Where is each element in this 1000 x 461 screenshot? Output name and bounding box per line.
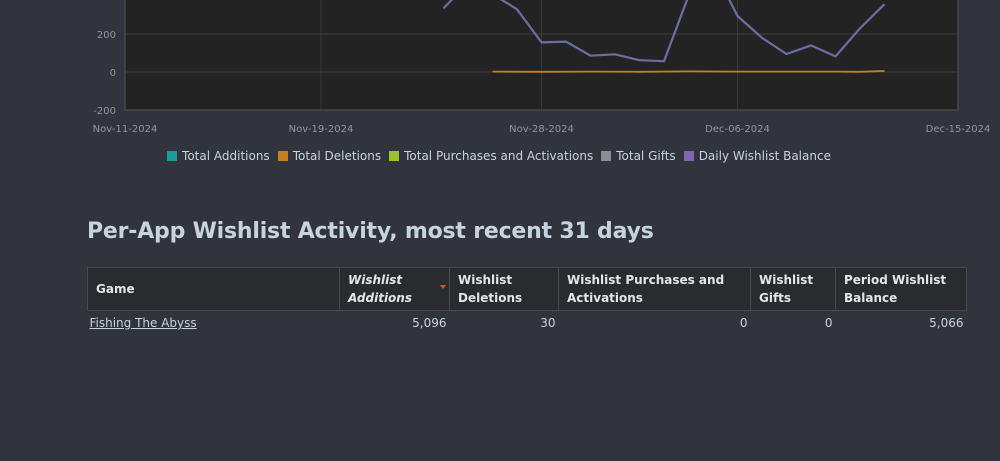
legend-swatch <box>683 151 694 161</box>
section-title: Per-App Wishlist Activity, most recent 3… <box>87 219 654 244</box>
legend-swatch <box>277 151 288 161</box>
legend-label: Daily Wishlist Balance <box>698 149 831 163</box>
legend-label: Total Purchases and Activations <box>404 149 594 163</box>
legend-swatch <box>389 151 400 161</box>
game-link[interactable]: Fishing The Abyss <box>90 316 197 330</box>
table-row: Fishing The Abyss 5,096 30 0 0 5,066 <box>88 311 967 336</box>
legend-item-total-purchases-and-activations[interactable]: Total Purchases and Activations <box>389 149 593 163</box>
x-tick-label: Dec-06-2024 <box>705 124 770 135</box>
series-line-total-deletions <box>492 70 885 73</box>
chart-plot: Nov-11-2024 Nov-19-2024 Nov-28-2024 Dec-06-… <box>93 0 991 135</box>
chart-legend: Total Additions Total Deletions Total Purc… <box>0 149 1000 163</box>
cell-balance: 5,066 <box>929 316 964 330</box>
y-tick-label: 200 <box>97 30 116 41</box>
table-header-row: Game Wishlist Additions Wishlist Deletio… <box>87 267 967 311</box>
y-tick-label: 0 <box>110 68 116 79</box>
cell-gifts: 0 <box>824 316 833 330</box>
x-tick-label: Nov-19-2024 <box>289 124 354 135</box>
legend-item-total-deletions[interactable]: Total Deletions <box>277 149 382 163</box>
column-header-wishlist-additions[interactable]: Wishlist Additions <box>339 267 450 311</box>
x-tick-label: Dec-15-2024 <box>926 124 991 135</box>
legend-label: Total Gifts <box>616 149 676 163</box>
sort-descending-icon <box>440 285 446 289</box>
legend-item-daily-wishlist-balance[interactable]: Daily Wishlist Balance <box>683 149 831 163</box>
column-header-wishlist-gifts[interactable]: Wishlist Gifts <box>750 267 836 311</box>
column-header-period-balance[interactable]: Period Wishlist Balance <box>835 267 967 311</box>
x-tick-label: Nov-28-2024 <box>509 124 574 135</box>
legend-item-total-additions[interactable]: Total Additions <box>167 149 270 163</box>
wishlist-chart: Nov-11-2024 Nov-19-2024 Nov-28-2024 Dec-06-… <box>0 0 1000 170</box>
per-app-wishlist-table: Game Wishlist Additions Wishlist Deletio… <box>87 267 967 335</box>
column-header-wishlist-purchases[interactable]: Wishlist Purchases and Activations <box>558 267 751 311</box>
legend-swatch <box>167 151 178 161</box>
cell-deletions: 30 <box>540 316 556 330</box>
cell-additions: 5,096 <box>412 316 447 330</box>
cell-game[interactable]: Fishing The Abyss <box>88 311 340 336</box>
column-header-label: Wishlist Additions <box>348 273 412 305</box>
legend-swatch <box>601 151 612 161</box>
legend-label: Total Deletions <box>292 149 382 163</box>
cell-purchases: 0 <box>739 316 748 330</box>
legend-item-total-gifts[interactable]: Total Gifts <box>601 149 676 163</box>
column-header-wishlist-deletions[interactable]: Wishlist Deletions <box>449 267 559 311</box>
legend-label: Total Additions <box>182 149 270 163</box>
y-tick-label: -200 <box>93 106 116 117</box>
x-tick-label: Nov-11-2024 <box>93 124 158 135</box>
column-header-game[interactable]: Game <box>87 267 340 311</box>
